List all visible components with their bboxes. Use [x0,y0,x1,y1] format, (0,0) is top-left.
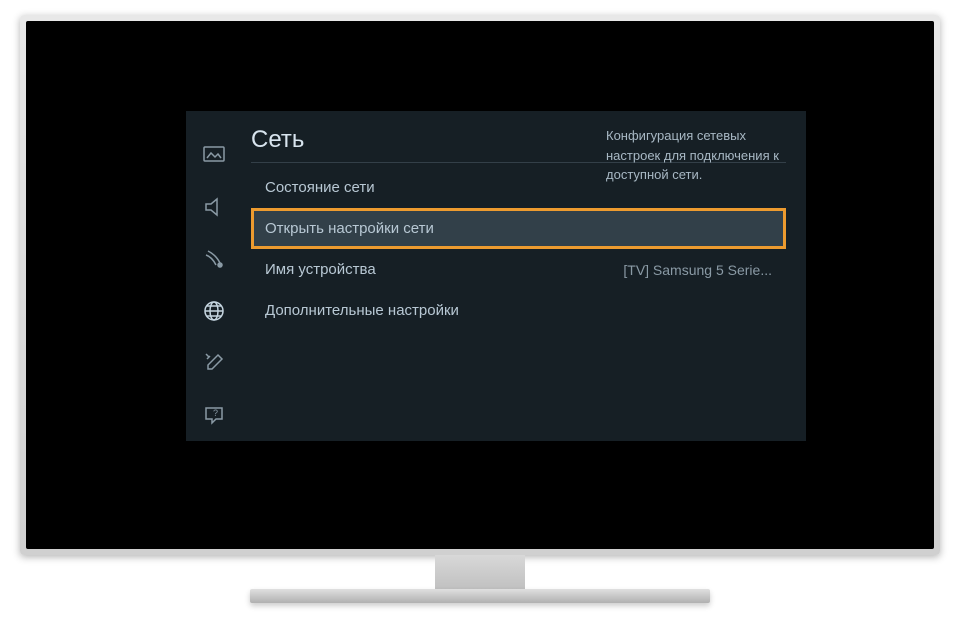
menu-item-advanced-settings[interactable]: Дополнительные настройки [251,290,786,331]
support-icon[interactable]: ? [200,401,228,429]
picture-icon[interactable] [200,141,228,169]
svg-text:?: ? [213,408,218,418]
tv-stand-neck [435,555,525,590]
settings-menu-panel: ? Сеть Состояние сети Открыть настройки … [186,111,806,441]
broadcast-icon[interactable] [200,245,228,273]
tv-stand-base [250,589,710,603]
menu-item-label: Имя устройства [265,261,376,278]
network-icon[interactable] [200,297,228,325]
system-icon[interactable] [200,349,228,377]
menu-item-value: [TV] Samsung 5 Serie... [623,262,772,278]
menu-item-label: Состояние сети [265,179,375,196]
menu-item-label: Открыть настройки сети [265,220,434,237]
tv-screen: ? Сеть Состояние сети Открыть настройки … [26,21,934,549]
help-description: Конфигурация сетевых настроек для подклю… [606,126,786,185]
menu-item-open-network-settings[interactable]: Открыть настройки сети [251,208,786,249]
menu-item-device-name[interactable]: Имя устройства [TV] Samsung 5 Serie... [251,249,786,290]
settings-sidebar: ? [186,111,241,441]
tv-frame: ? Сеть Состояние сети Открыть настройки … [20,15,940,555]
menu-item-label: Дополнительные настройки [265,302,459,319]
sound-icon[interactable] [200,193,228,221]
